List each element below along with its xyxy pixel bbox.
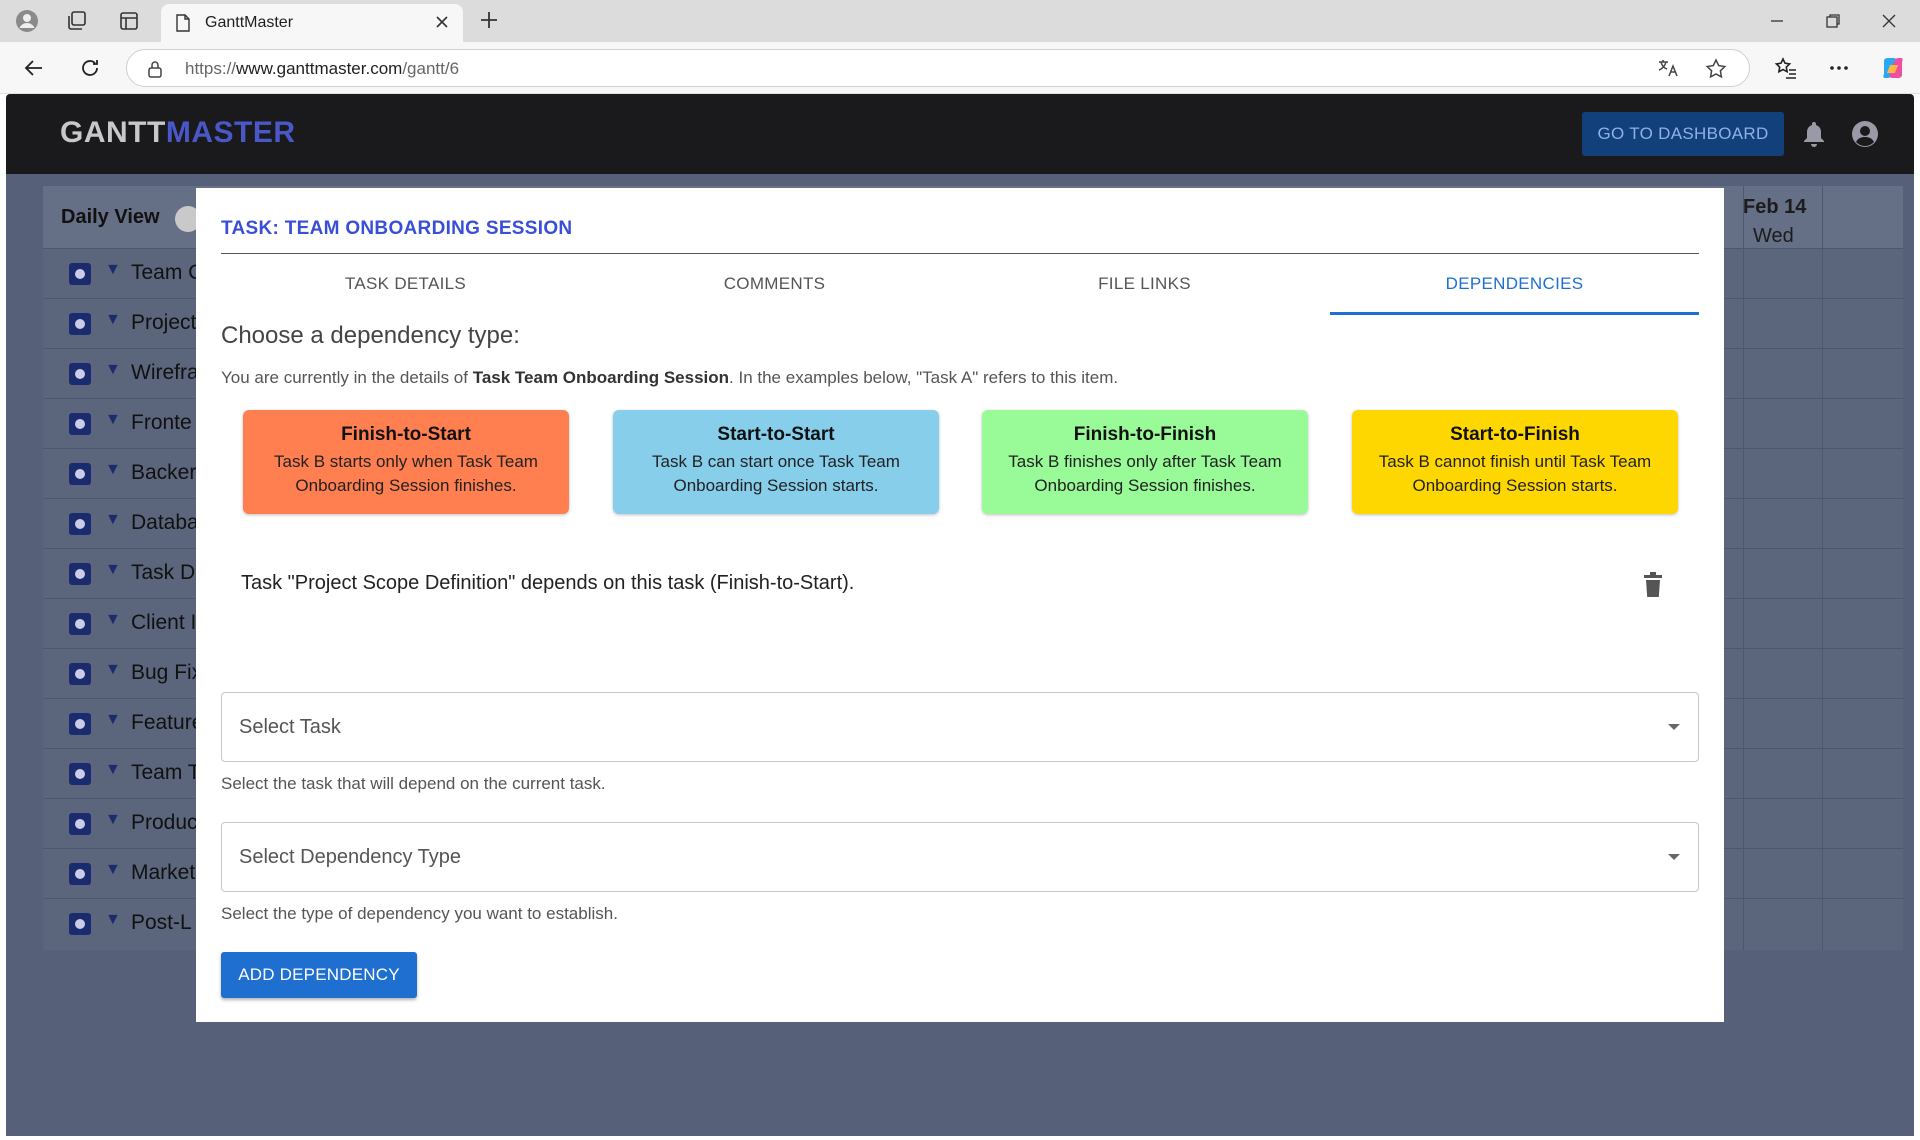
tab-comments[interactable]: COMMENTS bbox=[590, 274, 959, 294]
settings-icon[interactable] bbox=[69, 813, 91, 835]
settings-icon[interactable] bbox=[69, 263, 91, 285]
expand-caret-icon[interactable]: ▼ bbox=[105, 561, 121, 579]
go-to-dashboard-button[interactable]: GO TO DASHBOARD bbox=[1582, 112, 1784, 156]
dropdown-caret-icon bbox=[1668, 854, 1680, 860]
more-icon[interactable] bbox=[1825, 54, 1853, 82]
tab-title: GanttMaster bbox=[205, 14, 294, 31]
existing-dependency: Task "Project Scope Definition" depends … bbox=[241, 572, 855, 594]
add-dependency-button[interactable]: ADD DEPENDENCY bbox=[221, 952, 417, 998]
expand-caret-icon[interactable]: ▼ bbox=[105, 861, 121, 879]
select-task-dropdown[interactable]: Select Task bbox=[221, 692, 1699, 762]
expand-caret-icon[interactable]: ▼ bbox=[105, 261, 121, 279]
close-tab-icon[interactable] bbox=[433, 13, 451, 36]
app-header: GANTTMASTER GO TO DASHBOARD bbox=[6, 94, 1914, 174]
profile-icon[interactable] bbox=[14, 8, 40, 34]
favorites-icon[interactable] bbox=[1772, 54, 1800, 82]
expand-caret-icon[interactable]: ▼ bbox=[105, 361, 121, 379]
collections-icon[interactable] bbox=[64, 8, 90, 34]
lock-icon[interactable] bbox=[147, 60, 163, 83]
daily-view-label: Daily View bbox=[61, 206, 160, 228]
minimize-icon[interactable] bbox=[1764, 8, 1790, 34]
section-description: You are currently in the details of Task… bbox=[221, 368, 1119, 387]
back-icon[interactable] bbox=[20, 54, 48, 82]
delete-dependency-trash-icon[interactable] bbox=[1642, 572, 1664, 603]
settings-icon[interactable] bbox=[69, 763, 91, 785]
favorite-star-icon[interactable] bbox=[1705, 58, 1727, 85]
dropdown-caret-icon bbox=[1668, 724, 1680, 730]
expand-caret-icon[interactable]: ▼ bbox=[105, 661, 121, 679]
expand-caret-icon[interactable]: ▼ bbox=[105, 511, 121, 529]
start-to-finish-card[interactable]: Start-to-Finish Task B cannot finish unt… bbox=[1352, 410, 1678, 514]
expand-caret-icon[interactable]: ▼ bbox=[105, 711, 121, 729]
expand-caret-icon[interactable]: ▼ bbox=[105, 811, 121, 829]
select-type-helper: Select the type of dependency you want t… bbox=[221, 904, 618, 923]
refresh-icon[interactable] bbox=[76, 54, 104, 82]
finish-to-finish-card[interactable]: Finish-to-Finish Task B finishes only af… bbox=[982, 410, 1308, 514]
address-bar[interactable]: https://www.ganttmaster.com/gantt/6 bbox=[126, 49, 1750, 87]
task-dialog: TASK: TEAM ONBOARDING SESSION TASK DETAI… bbox=[196, 188, 1724, 1022]
notifications-bell-icon[interactable] bbox=[1802, 120, 1826, 153]
browser-tabbar: GanttMaster bbox=[0, 0, 1920, 42]
app-logo[interactable]: GANTTMASTER bbox=[60, 116, 296, 150]
settings-icon[interactable] bbox=[69, 413, 91, 435]
settings-icon[interactable] bbox=[69, 863, 91, 885]
tab-file-links[interactable]: FILE LINKS bbox=[960, 274, 1329, 294]
select-task-helper: Select the task that will depend on the … bbox=[221, 774, 606, 793]
settings-icon[interactable] bbox=[69, 513, 91, 535]
settings-icon[interactable] bbox=[69, 663, 91, 685]
close-window-icon[interactable] bbox=[1876, 8, 1902, 34]
finish-to-start-card[interactable]: Finish-to-Start Task B starts only when … bbox=[243, 410, 569, 514]
start-to-start-card[interactable]: Start-to-Start Task B can start once Tas… bbox=[613, 410, 939, 514]
section-title: Choose a dependency type: bbox=[221, 322, 520, 349]
expand-caret-icon[interactable]: ▼ bbox=[105, 411, 121, 429]
settings-icon[interactable] bbox=[69, 313, 91, 335]
select-dependency-type-dropdown[interactable]: Select Dependency Type bbox=[221, 822, 1699, 892]
settings-icon[interactable] bbox=[69, 463, 91, 485]
divider bbox=[221, 253, 1699, 254]
dialog-title: TASK: TEAM ONBOARDING SESSION bbox=[221, 218, 573, 239]
active-tab-indicator bbox=[1330, 312, 1699, 315]
expand-caret-icon[interactable]: ▼ bbox=[105, 611, 121, 629]
expand-caret-icon[interactable]: ▼ bbox=[105, 911, 121, 929]
date-column-header: Feb 14 Wed bbox=[1743, 196, 1807, 247]
restore-icon[interactable] bbox=[1820, 8, 1846, 34]
copilot-icon[interactable] bbox=[1879, 54, 1907, 82]
tab-dependencies[interactable]: DEPENDENCIES bbox=[1330, 274, 1699, 294]
settings-icon[interactable] bbox=[69, 913, 91, 935]
translate-icon[interactable] bbox=[1657, 58, 1679, 83]
vertical-tabs-icon[interactable] bbox=[116, 8, 142, 34]
page-icon bbox=[175, 14, 191, 37]
settings-icon[interactable] bbox=[69, 363, 91, 385]
tab-task-details[interactable]: TASK DETAILS bbox=[221, 274, 590, 294]
url-text: https://www.ganttmaster.com/gantt/6 bbox=[185, 59, 460, 78]
settings-icon[interactable] bbox=[69, 613, 91, 635]
browser-tab[interactable]: GanttMaster bbox=[161, 4, 463, 42]
expand-caret-icon[interactable]: ▼ bbox=[105, 311, 121, 329]
expand-caret-icon[interactable]: ▼ bbox=[105, 761, 121, 779]
browser-toolbar: https://www.ganttmaster.com/gantt/6 bbox=[0, 42, 1920, 94]
expand-caret-icon[interactable]: ▼ bbox=[105, 461, 121, 479]
account-icon[interactable] bbox=[1851, 120, 1879, 153]
settings-icon[interactable] bbox=[69, 713, 91, 735]
new-tab-icon[interactable] bbox=[477, 8, 501, 37]
settings-icon[interactable] bbox=[69, 563, 91, 585]
